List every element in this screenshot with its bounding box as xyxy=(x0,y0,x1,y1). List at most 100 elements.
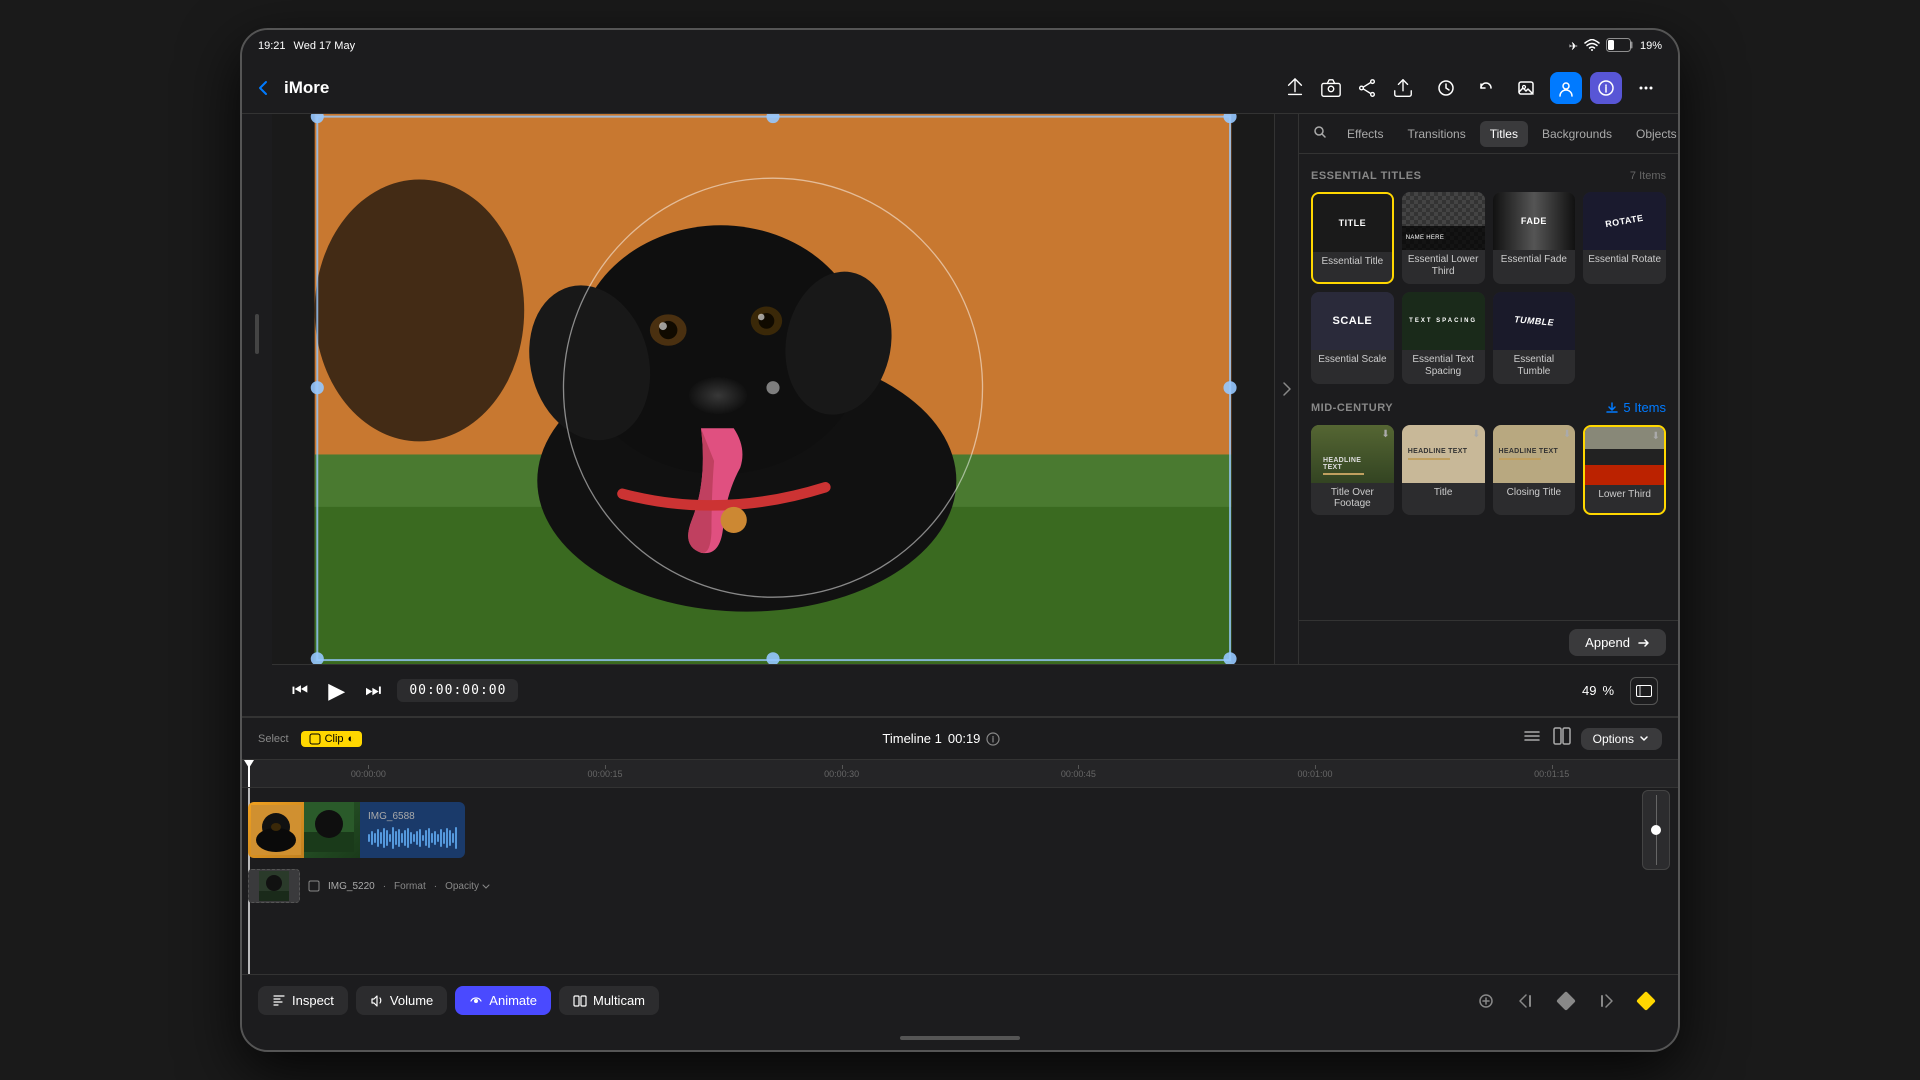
essential-tumble-card[interactable]: TUMBLE Essential Tumble xyxy=(1493,292,1576,384)
mc-closing-card[interactable]: HEADLINE TEXT ⬇ Closing Title xyxy=(1493,425,1576,515)
mc-title-bar xyxy=(1408,458,1450,460)
clip-block[interactable]: IMG_6588 xyxy=(248,802,465,858)
select-label: Select xyxy=(258,733,289,745)
camera-icon[interactable] xyxy=(1320,77,1342,99)
essential-text-spacing-preview-text: TEXT SPACING xyxy=(1409,318,1477,324)
volume-button[interactable]: Volume xyxy=(356,986,447,1015)
bottom-bar: Inspect Volume Animate xyxy=(242,974,1678,1026)
kf-add-before-btn[interactable] xyxy=(1470,985,1502,1017)
essential-title-card[interactable]: TITLE Essential Title xyxy=(1311,192,1394,284)
lower-third-text: NAME HERE xyxy=(1406,235,1444,241)
wave-bar xyxy=(428,828,430,848)
battery-icon xyxy=(1606,38,1634,55)
mc-lthird-dark-bar xyxy=(1585,449,1664,465)
tab-objects[interactable]: Objects xyxy=(1626,121,1678,147)
options-button[interactable]: Options xyxy=(1581,728,1662,750)
essential-lower-third-card[interactable]: NAME HERE Essential Lower Third xyxy=(1402,192,1485,284)
animate-button[interactable]: Animate xyxy=(455,986,551,1015)
wave-bar xyxy=(419,829,421,847)
photo-btn[interactable] xyxy=(1510,72,1542,104)
multicam-button[interactable]: Multicam xyxy=(559,986,659,1015)
upload-icon[interactable] xyxy=(1392,77,1414,99)
wave-bar xyxy=(422,835,424,841)
essential-fade-card[interactable]: FADE Essential Fade xyxy=(1493,192,1576,284)
mc-tof-label: Title Over Footage xyxy=(1311,483,1394,515)
mid-century-download[interactable]: 5 Items xyxy=(1605,400,1666,415)
essential-tumble-label: Essential Tumble xyxy=(1493,350,1576,384)
refresh-btn[interactable] xyxy=(1470,72,1502,104)
volume-label: Volume xyxy=(390,993,433,1008)
essential-section-header: ESSENTIAL TITLES 7 Items xyxy=(1311,170,1666,182)
volume-indicator xyxy=(1642,790,1670,870)
view-mode-btn[interactable] xyxy=(1630,677,1658,705)
opacity-button[interactable]: Opacity xyxy=(445,881,491,892)
info-btn[interactable] xyxy=(1590,72,1622,104)
volume-icon xyxy=(370,994,384,1008)
mc-closing-download-badge: ⬇ xyxy=(1563,429,1571,440)
playback-bar: ⏮ ▶ ⏭ 00:00:00:00 49 % xyxy=(272,664,1678,716)
share-icon[interactable] xyxy=(1356,77,1378,99)
essential-scale-card[interactable]: SCALE Essential Scale xyxy=(1311,292,1394,384)
strip-indicator xyxy=(255,314,259,354)
essential-rotate-preview-text: ROTATE xyxy=(1605,213,1645,230)
snap-btn[interactable] xyxy=(1551,725,1573,752)
panel-toggle[interactable] xyxy=(1274,114,1298,664)
skip-forward-btn[interactable]: ⏭ xyxy=(365,680,381,701)
export-icon[interactable] xyxy=(1284,77,1306,99)
search-tab-icon[interactable] xyxy=(1307,121,1333,146)
mid-century-section-header: MID-CENTURY 5 Items xyxy=(1311,400,1666,415)
multicam-icon xyxy=(573,994,587,1008)
timeline-header: Select Clip ◐ Timeline 1 00:19 xyxy=(242,718,1678,760)
skip-back-btn[interactable]: ⏮ xyxy=(292,680,308,701)
essential-fade-preview-text: FADE xyxy=(1521,216,1547,226)
essential-rotate-label: Essential Rotate xyxy=(1583,250,1666,272)
clip-tag: Clip ◐ xyxy=(301,731,363,747)
wave-bar xyxy=(434,831,436,845)
mc-title-card[interactable]: HEADLINE TEXT ⬇ Title xyxy=(1402,425,1485,515)
person-btn[interactable] xyxy=(1550,72,1582,104)
sub-format-label: · xyxy=(383,881,386,892)
kf-active-diamond-btn[interactable] xyxy=(1630,985,1662,1017)
mc-lower-third-card[interactable]: ⬇ Lower Third xyxy=(1583,425,1666,515)
opacity-chevron xyxy=(481,881,491,891)
tab-bar: Effects Transitions Titles Backgrounds O… xyxy=(1299,114,1678,154)
essential-text-spacing-card[interactable]: TEXT SPACING Essential Text Spacing xyxy=(1402,292,1485,384)
audio-wave xyxy=(368,826,457,850)
clock-btn[interactable] xyxy=(1430,72,1462,104)
main-area: Effects Transitions Titles Backgrounds O… xyxy=(242,114,1678,716)
top-bar: iMore xyxy=(242,62,1678,114)
mc-closing-label: Closing Title xyxy=(1493,483,1576,504)
back-button[interactable] xyxy=(258,80,268,96)
wave-bar xyxy=(374,833,376,843)
more-btn[interactable] xyxy=(1630,72,1662,104)
inspect-label: Inspect xyxy=(292,993,334,1008)
tab-titles[interactable]: Titles xyxy=(1480,121,1528,147)
format-button[interactable]: Format xyxy=(394,881,426,892)
clip-tag-indicator: ◐ xyxy=(348,733,355,745)
ruler-mark-1: 00:00:15 xyxy=(487,769,724,779)
play-btn[interactable]: ▶ xyxy=(328,678,345,704)
playback-controls: ⏮ ▶ ⏭ xyxy=(292,678,381,704)
kf-nav-left-btn[interactable] xyxy=(1510,985,1542,1017)
kf-nav-right-btn[interactable] xyxy=(1590,985,1622,1017)
essential-rotate-card[interactable]: ROTATE Essential Rotate xyxy=(1583,192,1666,284)
thumb-2-svg xyxy=(304,802,354,852)
kf-diamond xyxy=(1556,991,1576,1011)
essential-section-title: ESSENTIAL TITLES xyxy=(1311,170,1421,182)
tab-backgrounds[interactable]: Backgrounds xyxy=(1532,121,1622,147)
kf-diamond-btn[interactable] xyxy=(1550,985,1582,1017)
timecode-display: 00:00:00:00 xyxy=(397,679,518,702)
inspect-button[interactable]: Inspect xyxy=(258,986,348,1015)
mc-title-over-footage-card[interactable]: HEADLINE TEXT ⬇ Title Over Footage xyxy=(1311,425,1394,515)
ruler-marks: 00:00:00 00:00:15 00:00:30 00:00:45 00:0… xyxy=(250,769,1670,779)
essential-title-preview-text: TITLE xyxy=(1339,218,1367,228)
mc-title-download-badge: ⬇ xyxy=(1472,429,1480,440)
timeline-area: Select Clip ◐ Timeline 1 00:19 xyxy=(242,716,1678,1026)
tab-transitions[interactable]: Transitions xyxy=(1397,121,1475,147)
wave-bar xyxy=(437,834,439,842)
status-time: 19:21 xyxy=(258,40,286,52)
magnetic-timeline-btn[interactable] xyxy=(1521,725,1543,752)
status-date: Wed 17 May xyxy=(294,40,356,52)
append-button[interactable]: Append xyxy=(1569,629,1666,656)
tab-effects[interactable]: Effects xyxy=(1337,121,1393,147)
